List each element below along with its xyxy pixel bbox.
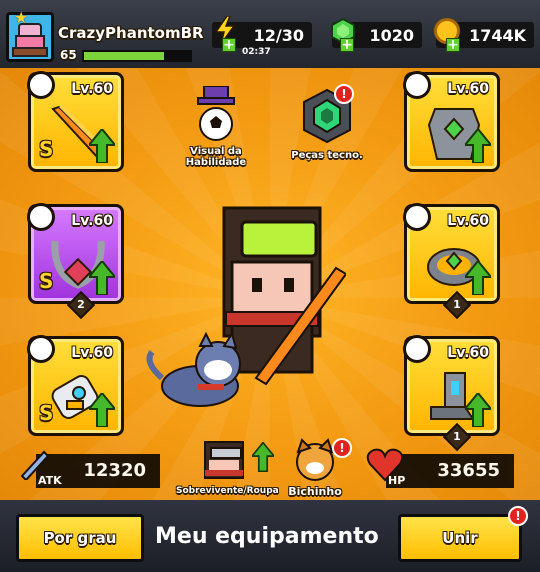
armor-level: Lv.60 (447, 81, 489, 97)
energy-value: 12/30 (253, 26, 304, 45)
boots-type-icon (403, 335, 431, 363)
player-name: CrazyPhantomBR (58, 24, 204, 42)
belt-count: 1 (453, 298, 461, 311)
gloves-rank: S (39, 401, 54, 425)
weapon-rank: S (39, 137, 54, 161)
belt-type-icon (403, 203, 431, 231)
necklace-rank: S (39, 269, 54, 293)
player-level: 65 (60, 48, 77, 62)
weapon-type-icon (27, 71, 55, 99)
slot-weapon[interactable]: Lv.60 S (27, 71, 124, 172)
cake-icon-base (12, 47, 48, 57)
boots-count: 1 (453, 430, 461, 443)
soccer-ball-hat-icon (197, 85, 235, 141)
merge-alert-badge: ! (508, 506, 528, 526)
necklace-type-icon (27, 203, 55, 231)
atk-label: ATK (38, 474, 62, 487)
screen-title: Meu equipamento (155, 524, 379, 549)
gloves-level: Lv.60 (71, 345, 113, 361)
sort-by-grade-button[interactable]: Por grau (16, 514, 144, 562)
coins-value: 1744K (469, 26, 526, 45)
cat-pet (146, 332, 241, 407)
pet-label: Bichinho (288, 485, 342, 498)
xp-bar (82, 50, 192, 62)
coins-plus-button[interactable]: + (446, 38, 460, 52)
merge-label: Unir (442, 529, 478, 547)
belt-level: Lv.60 (447, 213, 489, 229)
gems-value: 1020 (369, 26, 414, 45)
slot-gloves[interactable]: Lv.60 S (27, 335, 124, 436)
upgrade-arrow-icon (252, 442, 274, 472)
survivor-outfit-label: Sobrevivente/Roupa (176, 486, 279, 496)
slot-necklace[interactable]: Lv.60 S 2 (27, 203, 124, 320)
boots-level: Lv.60 (447, 345, 489, 361)
slot-armor[interactable]: Lv.60 (403, 71, 500, 172)
upgrade-arrow-icon (89, 393, 115, 427)
necklace-level: Lv.60 (71, 213, 113, 229)
skill-visual-label: Visual da Habilidade (185, 146, 247, 168)
equipment-stage: Lv.60 S Lv.60 S 2 Lv.60 S Lv.60 Lv.60 1 … (0, 68, 540, 500)
energy-timer: 02:37 (242, 47, 271, 57)
star-icon: ★ (14, 8, 29, 27)
skill-visual-button[interactable]: Visual da Habilidade (174, 85, 258, 168)
hp-label: HP (388, 474, 406, 487)
gloves-type-icon (27, 335, 55, 363)
upgrade-arrow-icon (465, 261, 491, 295)
xp-bar-fill (84, 52, 164, 60)
atk-value: 12320 (83, 460, 146, 481)
slot-boots[interactable]: Lv.60 1 (403, 335, 500, 452)
top-bar: ★ CrazyPhantomBR 65 12/30 + 02:37 1020 +… (0, 0, 540, 68)
sort-by-grade-label: Por grau (43, 529, 117, 547)
weapon-level: Lv.60 (71, 81, 113, 97)
upgrade-arrow-icon (465, 129, 491, 163)
slot-belt[interactable]: Lv.60 1 (403, 203, 500, 320)
tech-parts-alert-badge: ! (334, 84, 354, 104)
survivor-head-icon (204, 441, 244, 479)
gems-plus-button[interactable]: + (340, 38, 354, 52)
upgrade-arrow-icon (89, 261, 115, 295)
dog-icon (296, 438, 334, 481)
hp-value: 33655 (437, 460, 500, 481)
upgrade-arrow-icon (465, 393, 491, 427)
pet-alert-badge: ! (332, 438, 352, 458)
merge-button[interactable]: Unir (398, 514, 522, 562)
upgrade-arrow-icon (89, 129, 115, 163)
tech-parts-button[interactable]: Peças tecno. (282, 86, 372, 161)
armor-type-icon (403, 71, 431, 99)
tech-parts-label: Peças tecno. (291, 150, 363, 161)
energy-plus-button[interactable]: + (222, 38, 236, 52)
necklace-count: 2 (77, 298, 85, 311)
